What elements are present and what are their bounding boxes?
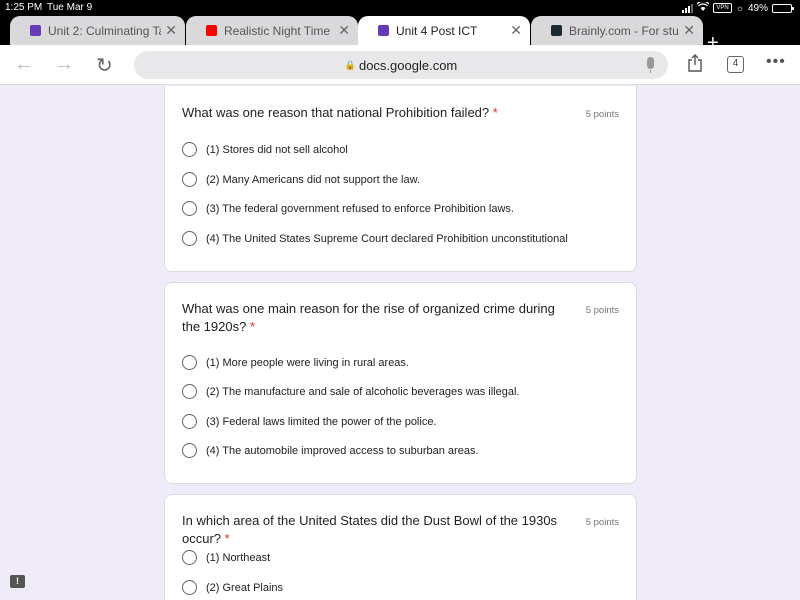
question-title: What was one reason that national Prohib… — [182, 105, 498, 120]
close-tab-icon[interactable]: ✕ — [165, 22, 177, 39]
question-title: What was one main reason for the rise of… — [182, 301, 555, 334]
radio-button[interactable] — [182, 550, 197, 565]
status-time: 1:25 PM — [5, 2, 43, 13]
required-asterisk: * — [224, 531, 230, 546]
battery-icon — [772, 3, 794, 13]
radio-option[interactable]: (4) The automobile improved access to su… — [182, 443, 479, 458]
tab-strip: Unit 2: Culminating Task ✕ Realistic Nig… — [0, 16, 800, 53]
radio-button[interactable] — [182, 414, 197, 429]
status-date: Tue Mar 9 — [47, 2, 93, 13]
status-indicators: VPN ☼ 49% — [682, 0, 794, 14]
more-menu-button[interactable]: ••• — [766, 53, 786, 71]
radio-option[interactable]: (2) Many Americans did not support the l… — [182, 172, 420, 187]
lock-icon: 🔒 — [344, 59, 356, 70]
brainly-icon — [551, 25, 562, 36]
tab-title: Brainly.com - For student — [569, 23, 679, 38]
radio-button[interactable] — [182, 443, 197, 458]
tab-title: Unit 2: Culminating Task — [48, 23, 161, 38]
required-asterisk: * — [492, 105, 498, 120]
radio-option[interactable]: (4) The United States Supreme Court decl… — [182, 231, 568, 246]
tab-youtube[interactable]: Realistic Night Time Rout ✕ — [186, 16, 358, 45]
tab-title: Unit 4 Post ICT — [396, 23, 478, 38]
radio-button[interactable] — [182, 580, 197, 595]
close-tab-icon[interactable]: ✕ — [683, 22, 695, 39]
radio-option[interactable]: (3) The federal government refused to en… — [182, 201, 514, 216]
tab-brainly[interactable]: Brainly.com - For student ✕ — [531, 16, 703, 45]
radio-option[interactable]: (3) Federal laws limited the power of th… — [182, 414, 437, 429]
radio-option[interactable]: (2) The manufacture and sale of alcoholi… — [182, 384, 519, 399]
radio-option[interactable]: (1) Northeast — [182, 550, 270, 565]
reload-button[interactable]: ↻ — [96, 53, 113, 78]
forms-icon — [378, 25, 389, 36]
status-bar: 1:25 PM Tue Mar 9 VPN ☼ 49% — [0, 0, 800, 16]
radio-button[interactable] — [182, 384, 197, 399]
vpn-icon: VPN — [713, 3, 732, 13]
wifi-icon — [696, 0, 710, 14]
radio-button[interactable] — [182, 231, 197, 246]
radio-button[interactable] — [182, 355, 197, 370]
points-label: 5 points — [585, 305, 619, 316]
question-title: In which area of the United States did t… — [182, 513, 558, 546]
battery-percent: 49% — [747, 2, 768, 14]
points-label: 5 points — [585, 109, 619, 120]
radio-button[interactable] — [182, 201, 197, 216]
radio-option[interactable]: (1) Stores did not sell alcohol — [182, 142, 348, 157]
radio-button[interactable] — [182, 172, 197, 187]
address-bar[interactable]: 🔒 docs.google.com — [134, 51, 668, 79]
question-card: What was one main reason for the rise of… — [164, 282, 637, 484]
feedback-icon[interactable]: ! — [10, 575, 25, 588]
microphone-icon[interactable] — [647, 57, 654, 73]
radio-button[interactable] — [182, 142, 197, 157]
forward-button[interactable]: → — [54, 53, 74, 76]
tab-count-button[interactable]: 4 — [727, 56, 744, 73]
orientation-lock-icon: ☼ — [735, 3, 744, 13]
required-asterisk: * — [249, 319, 256, 334]
tab-unit-4[interactable]: Unit 4 Post ICT ✕ — [358, 16, 530, 45]
browser-toolbar: ← → ↻ 🔒 docs.google.com 4 ••• — [0, 45, 800, 85]
url-text: docs.google.com — [358, 57, 458, 73]
share-button[interactable] — [688, 54, 702, 72]
close-tab-icon[interactable]: ✕ — [510, 22, 522, 39]
cellular-signal-icon — [682, 3, 694, 13]
back-button[interactable]: ← — [14, 53, 34, 76]
forms-icon — [30, 25, 41, 36]
close-tab-icon[interactable]: ✕ — [338, 22, 350, 39]
radio-option[interactable]: (1) More people were living in rural are… — [182, 355, 409, 370]
radio-option[interactable]: (2) Great Plains — [182, 580, 283, 595]
tab-unit-2[interactable]: Unit 2: Culminating Task ✕ — [10, 16, 185, 45]
points-label: 5 points — [585, 517, 619, 528]
tab-title: Realistic Night Time Rout — [224, 23, 334, 38]
question-card: In which area of the United States did t… — [164, 494, 637, 600]
share-icon — [688, 54, 702, 72]
question-card: What was one reason that national Prohib… — [164, 86, 637, 272]
youtube-icon — [206, 25, 217, 36]
